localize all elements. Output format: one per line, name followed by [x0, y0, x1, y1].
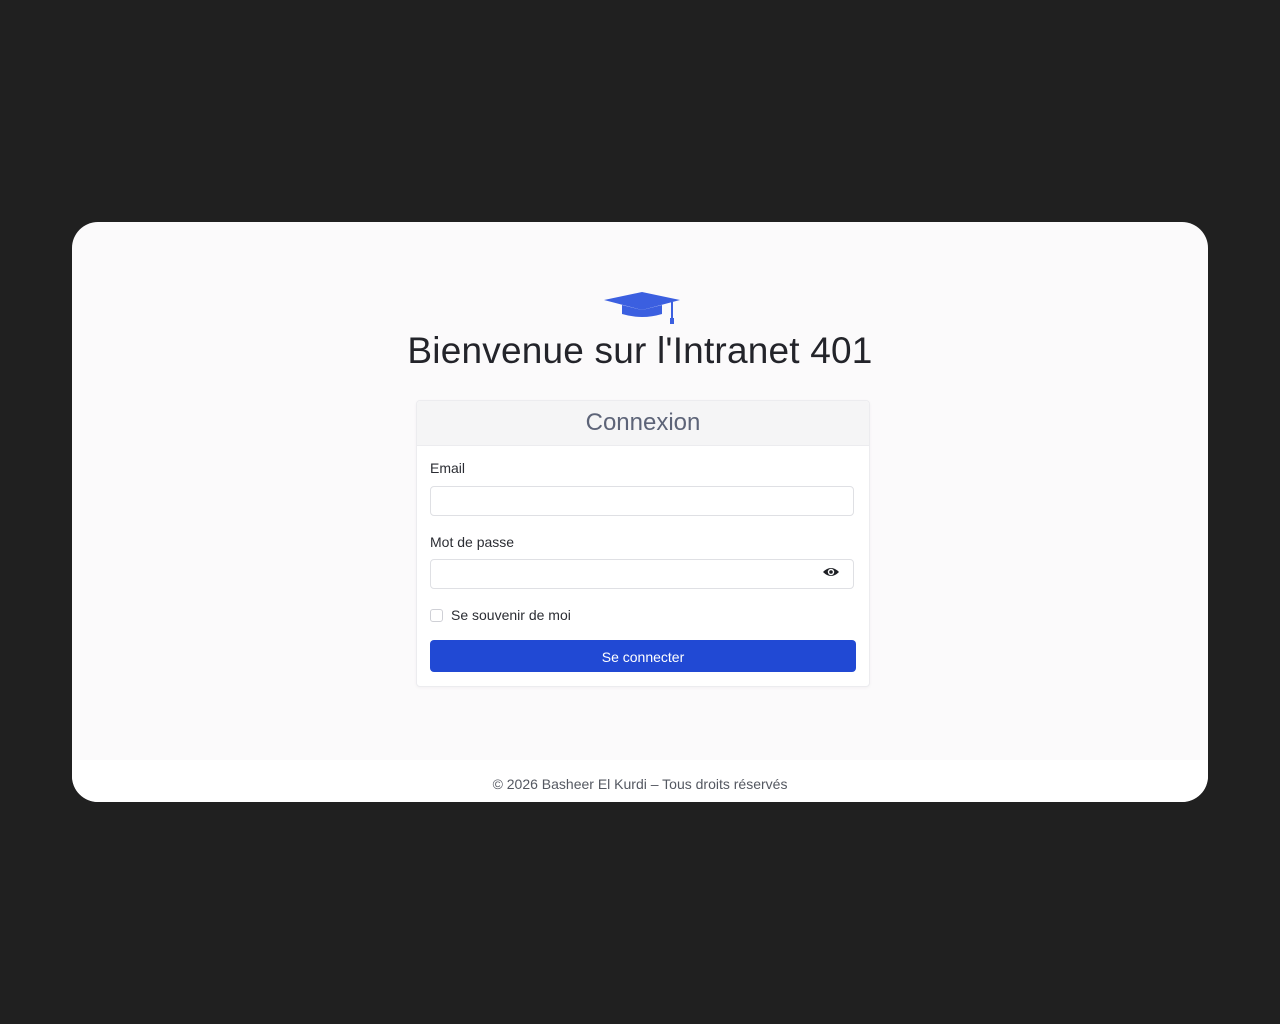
password-field[interactable] — [430, 559, 854, 589]
password-label: Mot de passe — [430, 534, 515, 550]
graduation-cap-icon — [604, 292, 680, 324]
welcome-title: Bienvenue sur l'Intranet 401 — [407, 330, 873, 371]
remember-label: Se souvenir de moi — [451, 607, 571, 623]
footer-copyright: © 2026 Basheer El Kurdi – Tous droits ré… — [72, 760, 1208, 802]
email-label: Email — [430, 460, 466, 476]
email-field[interactable] — [430, 486, 854, 516]
remember-checkbox[interactable] — [430, 608, 443, 622]
login-button[interactable]: Se connecter — [430, 640, 856, 672]
remember-me[interactable]: Se souvenir de moi — [430, 607, 571, 623]
eye-icon[interactable] — [822, 565, 840, 579]
login-card-title: Connexion — [417, 401, 869, 446]
login-card: Connexion Email Mot de passe Se souvenir… — [416, 400, 870, 687]
login-window: Bienvenue sur l'Intranet 401 Connexion E… — [72, 222, 1208, 802]
